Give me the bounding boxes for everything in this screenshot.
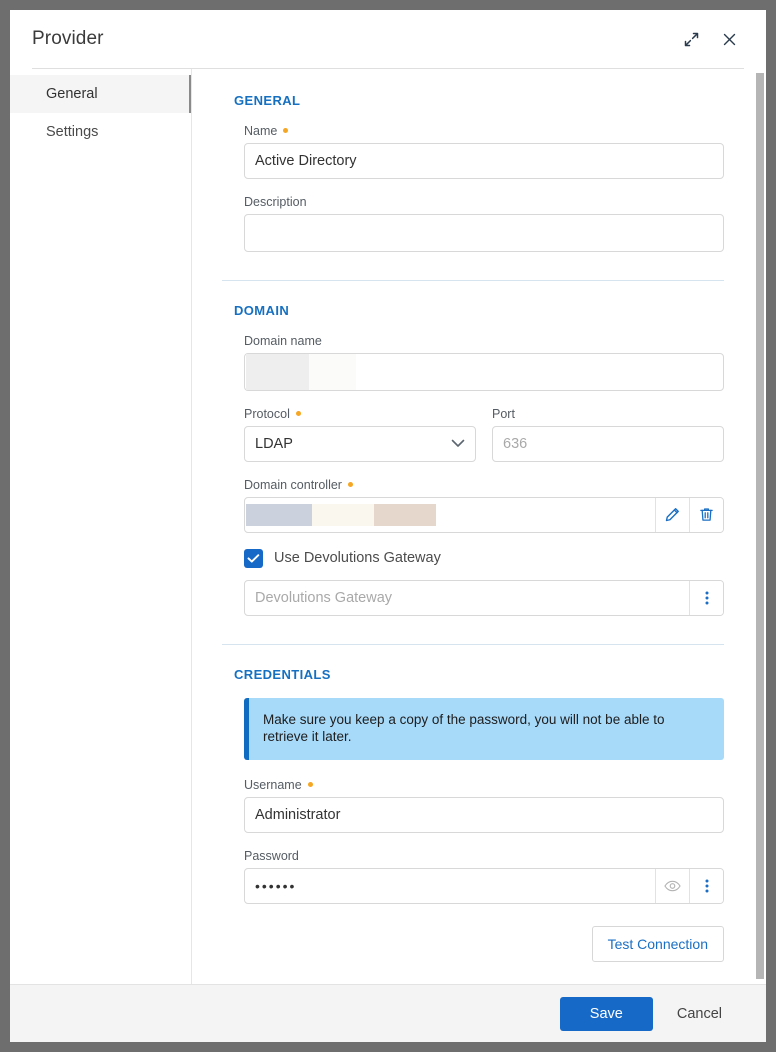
sidebar-item-label: General xyxy=(46,86,98,102)
field-username: Username Administrator xyxy=(244,778,724,833)
domain-controller-input-group xyxy=(244,497,724,533)
field-label-username: Username xyxy=(244,778,724,792)
field-domain-controller: Domain controller xyxy=(244,478,724,533)
field-name: Name Active Directory xyxy=(244,124,724,179)
sidebar-item-settings[interactable]: Settings xyxy=(10,113,191,151)
field-label-description: Description xyxy=(244,195,724,209)
field-label-password: Password xyxy=(244,849,724,863)
redaction-block xyxy=(246,354,309,390)
redaction-block xyxy=(309,354,356,390)
dialog-footer: Save Cancel xyxy=(10,985,766,1042)
field-label-password-text: Password xyxy=(244,849,299,863)
pencil-icon[interactable] xyxy=(655,498,689,532)
sidebar-item-general[interactable]: General xyxy=(10,75,191,113)
use-gateway-label: Use Devolutions Gateway xyxy=(274,550,441,566)
required-dot-icon xyxy=(283,128,288,133)
field-label-port-text: Port xyxy=(492,407,515,421)
name-input[interactable]: Active Directory xyxy=(244,143,724,179)
checkmark-icon[interactable] xyxy=(244,549,263,568)
domain-name-input[interactable] xyxy=(244,353,724,391)
field-label-protocol-text: Protocol xyxy=(244,407,290,421)
username-input[interactable]: Administrator xyxy=(244,797,724,833)
kebab-menu-icon[interactable] xyxy=(689,869,723,903)
kebab-menu-icon[interactable] xyxy=(689,581,723,615)
redaction-block xyxy=(374,504,436,526)
name-input-value: Active Directory xyxy=(255,153,357,169)
field-label-name-text: Name xyxy=(244,124,277,138)
field-label-port: Port xyxy=(492,407,724,421)
section-heading-domain: DOMAIN xyxy=(234,303,724,318)
page-title: Provider xyxy=(32,28,104,50)
provider-dialog: Provider General Settings xyxy=(10,10,766,1042)
field-label-username-text: Username xyxy=(244,778,302,792)
gateway-input-placeholder: Devolutions Gateway xyxy=(255,590,392,606)
content-scrollbar[interactable] xyxy=(753,69,766,984)
port-input-placeholder: 636 xyxy=(503,436,527,452)
field-protocol: Protocol LDAP xyxy=(244,407,476,462)
port-input[interactable]: 636 xyxy=(492,426,724,462)
domain-controller-input[interactable] xyxy=(245,498,655,532)
section-divider-1 xyxy=(222,280,724,281)
test-connection-row: Test Connection xyxy=(244,926,724,962)
test-connection-button[interactable]: Test Connection xyxy=(592,926,724,962)
password-input[interactable]: •••••• xyxy=(245,869,655,903)
gateway-input[interactable]: Devolutions Gateway xyxy=(245,581,689,615)
required-dot-icon xyxy=(308,782,313,787)
sidebar-item-label: Settings xyxy=(46,124,98,140)
content-scroll-area: GENERAL Name Active Directory Descriptio… xyxy=(192,69,766,984)
trash-icon[interactable] xyxy=(689,498,723,532)
required-dot-icon xyxy=(296,411,301,416)
username-input-value: Administrator xyxy=(255,807,340,823)
use-gateway-checkbox-row[interactable]: Use Devolutions Gateway xyxy=(244,549,724,568)
field-label-domain-name-text: Domain name xyxy=(244,334,322,348)
section-heading-credentials: CREDENTIALS xyxy=(234,667,724,682)
field-domain-name: Domain name xyxy=(244,334,724,391)
form-content: GENERAL Name Active Directory Descriptio… xyxy=(192,69,766,984)
section-divider-2 xyxy=(222,644,724,645)
redaction-block xyxy=(246,504,312,526)
section-heading-general: GENERAL xyxy=(234,93,724,108)
cancel-button[interactable]: Cancel xyxy=(661,997,738,1031)
password-input-value: •••••• xyxy=(255,878,296,894)
field-label-name: Name xyxy=(244,124,724,138)
dialog-titlebar: Provider xyxy=(10,10,766,68)
field-label-protocol: Protocol xyxy=(244,407,476,421)
field-label-domain-controller-text: Domain controller xyxy=(244,478,342,492)
gateway-input-group: Devolutions Gateway xyxy=(244,580,724,616)
eye-icon[interactable] xyxy=(655,869,689,903)
domain-name-redaction xyxy=(246,354,722,390)
password-warning-banner: Make sure you keep a copy of the passwor… xyxy=(244,698,724,760)
field-label-description-text: Description xyxy=(244,195,307,209)
domain-controller-redaction xyxy=(246,498,654,532)
field-gateway: Devolutions Gateway xyxy=(244,580,724,616)
description-input[interactable] xyxy=(244,214,724,252)
scrollbar-thumb[interactable] xyxy=(756,73,764,979)
protocol-select[interactable]: LDAP xyxy=(244,426,476,462)
protocol-select-value: LDAP xyxy=(255,436,293,452)
expand-diagonal-icon[interactable] xyxy=(676,24,706,54)
save-button[interactable]: Save xyxy=(560,997,653,1031)
dialog-body: General Settings GENERAL Name Active Dir… xyxy=(10,69,766,985)
field-password: Password •••••• xyxy=(244,849,724,904)
sidebar: General Settings xyxy=(10,69,192,984)
redaction-block xyxy=(312,504,374,526)
required-dot-icon xyxy=(348,482,353,487)
field-description: Description xyxy=(244,195,724,252)
close-icon[interactable] xyxy=(714,24,744,54)
row-protocol-port: Protocol LDAP xyxy=(244,407,724,462)
field-label-domain-controller: Domain controller xyxy=(244,478,724,492)
field-port: Port 636 xyxy=(492,407,724,462)
chevron-down-icon xyxy=(451,436,465,451)
password-input-group: •••••• xyxy=(244,868,724,904)
field-label-domain-name: Domain name xyxy=(244,334,724,348)
